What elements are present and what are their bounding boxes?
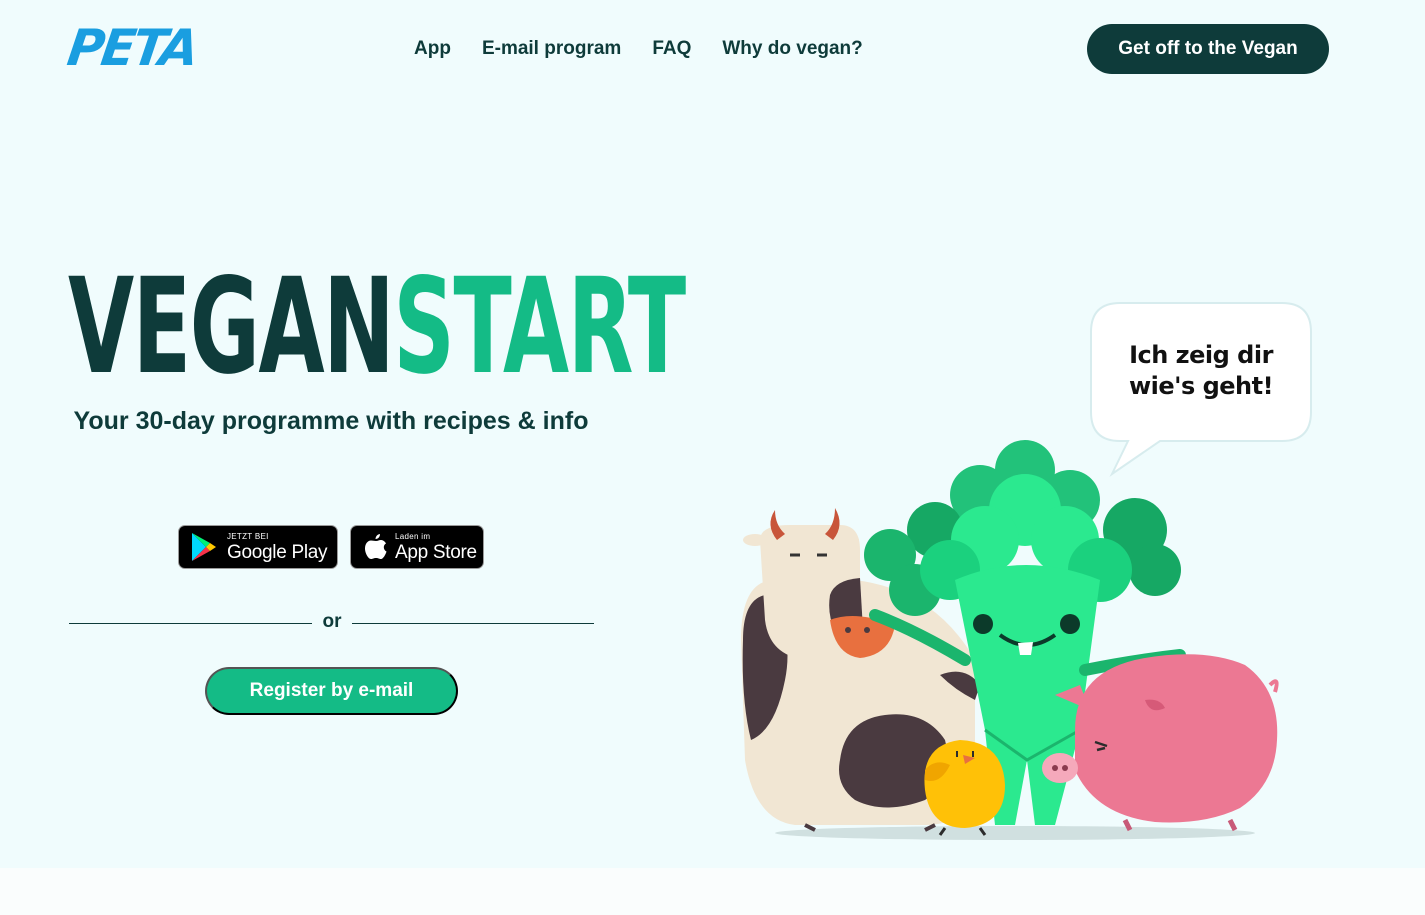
speech-line-2: wie's geht! xyxy=(1128,372,1274,400)
nav-faq[interactable]: FAQ xyxy=(652,36,691,62)
title-vegan: VEGAN xyxy=(68,250,395,404)
google-play-text: JETZT BEI Google Play xyxy=(227,531,328,563)
get-started-button[interactable]: Get off to the Vegan xyxy=(1087,24,1329,74)
title-start: START xyxy=(393,250,686,404)
apple-icon xyxy=(359,530,393,564)
vegan-start-title: VEGANSTART xyxy=(68,261,686,393)
divider-left xyxy=(69,623,312,624)
google-play-badge[interactable]: JETZT BEI Google Play xyxy=(178,525,338,569)
mascot-illustration xyxy=(741,440,1279,840)
app-store-text: Laden im App Store xyxy=(395,531,477,563)
site-header: PETA App E-mail program FAQ Why do vegan… xyxy=(0,0,1425,100)
or-separator: or xyxy=(322,611,342,632)
peta-logo-text: PETA xyxy=(63,19,200,77)
main-nav: App E-mail program FAQ Why do vegan? xyxy=(414,36,863,62)
google-play-small-text: JETZT BEI xyxy=(227,531,269,541)
divider-right xyxy=(352,623,594,624)
hero-subtitle: Your 30-day programme with recipes & inf… xyxy=(73,407,589,435)
nav-email-program[interactable]: E-mail program xyxy=(482,36,621,62)
google-play-icon xyxy=(187,530,221,564)
app-store-big-text: App Store xyxy=(395,541,477,563)
register-email-button[interactable]: Register by e-mail xyxy=(205,667,458,715)
speech-bubble-text: Ich zeig dir wie's geht! xyxy=(1090,340,1312,402)
peta-logo[interactable]: PETA xyxy=(64,19,200,77)
nav-app[interactable]: App xyxy=(414,36,451,62)
app-store-small-text: Laden im xyxy=(395,531,431,541)
speech-line-1: Ich zeig dir xyxy=(1129,341,1273,369)
google-play-big-text: Google Play xyxy=(227,541,328,563)
footer-band xyxy=(0,868,1425,915)
nav-why-vegan[interactable]: Why do vegan? xyxy=(722,36,862,62)
app-store-badge[interactable]: Laden im App Store xyxy=(350,525,484,569)
